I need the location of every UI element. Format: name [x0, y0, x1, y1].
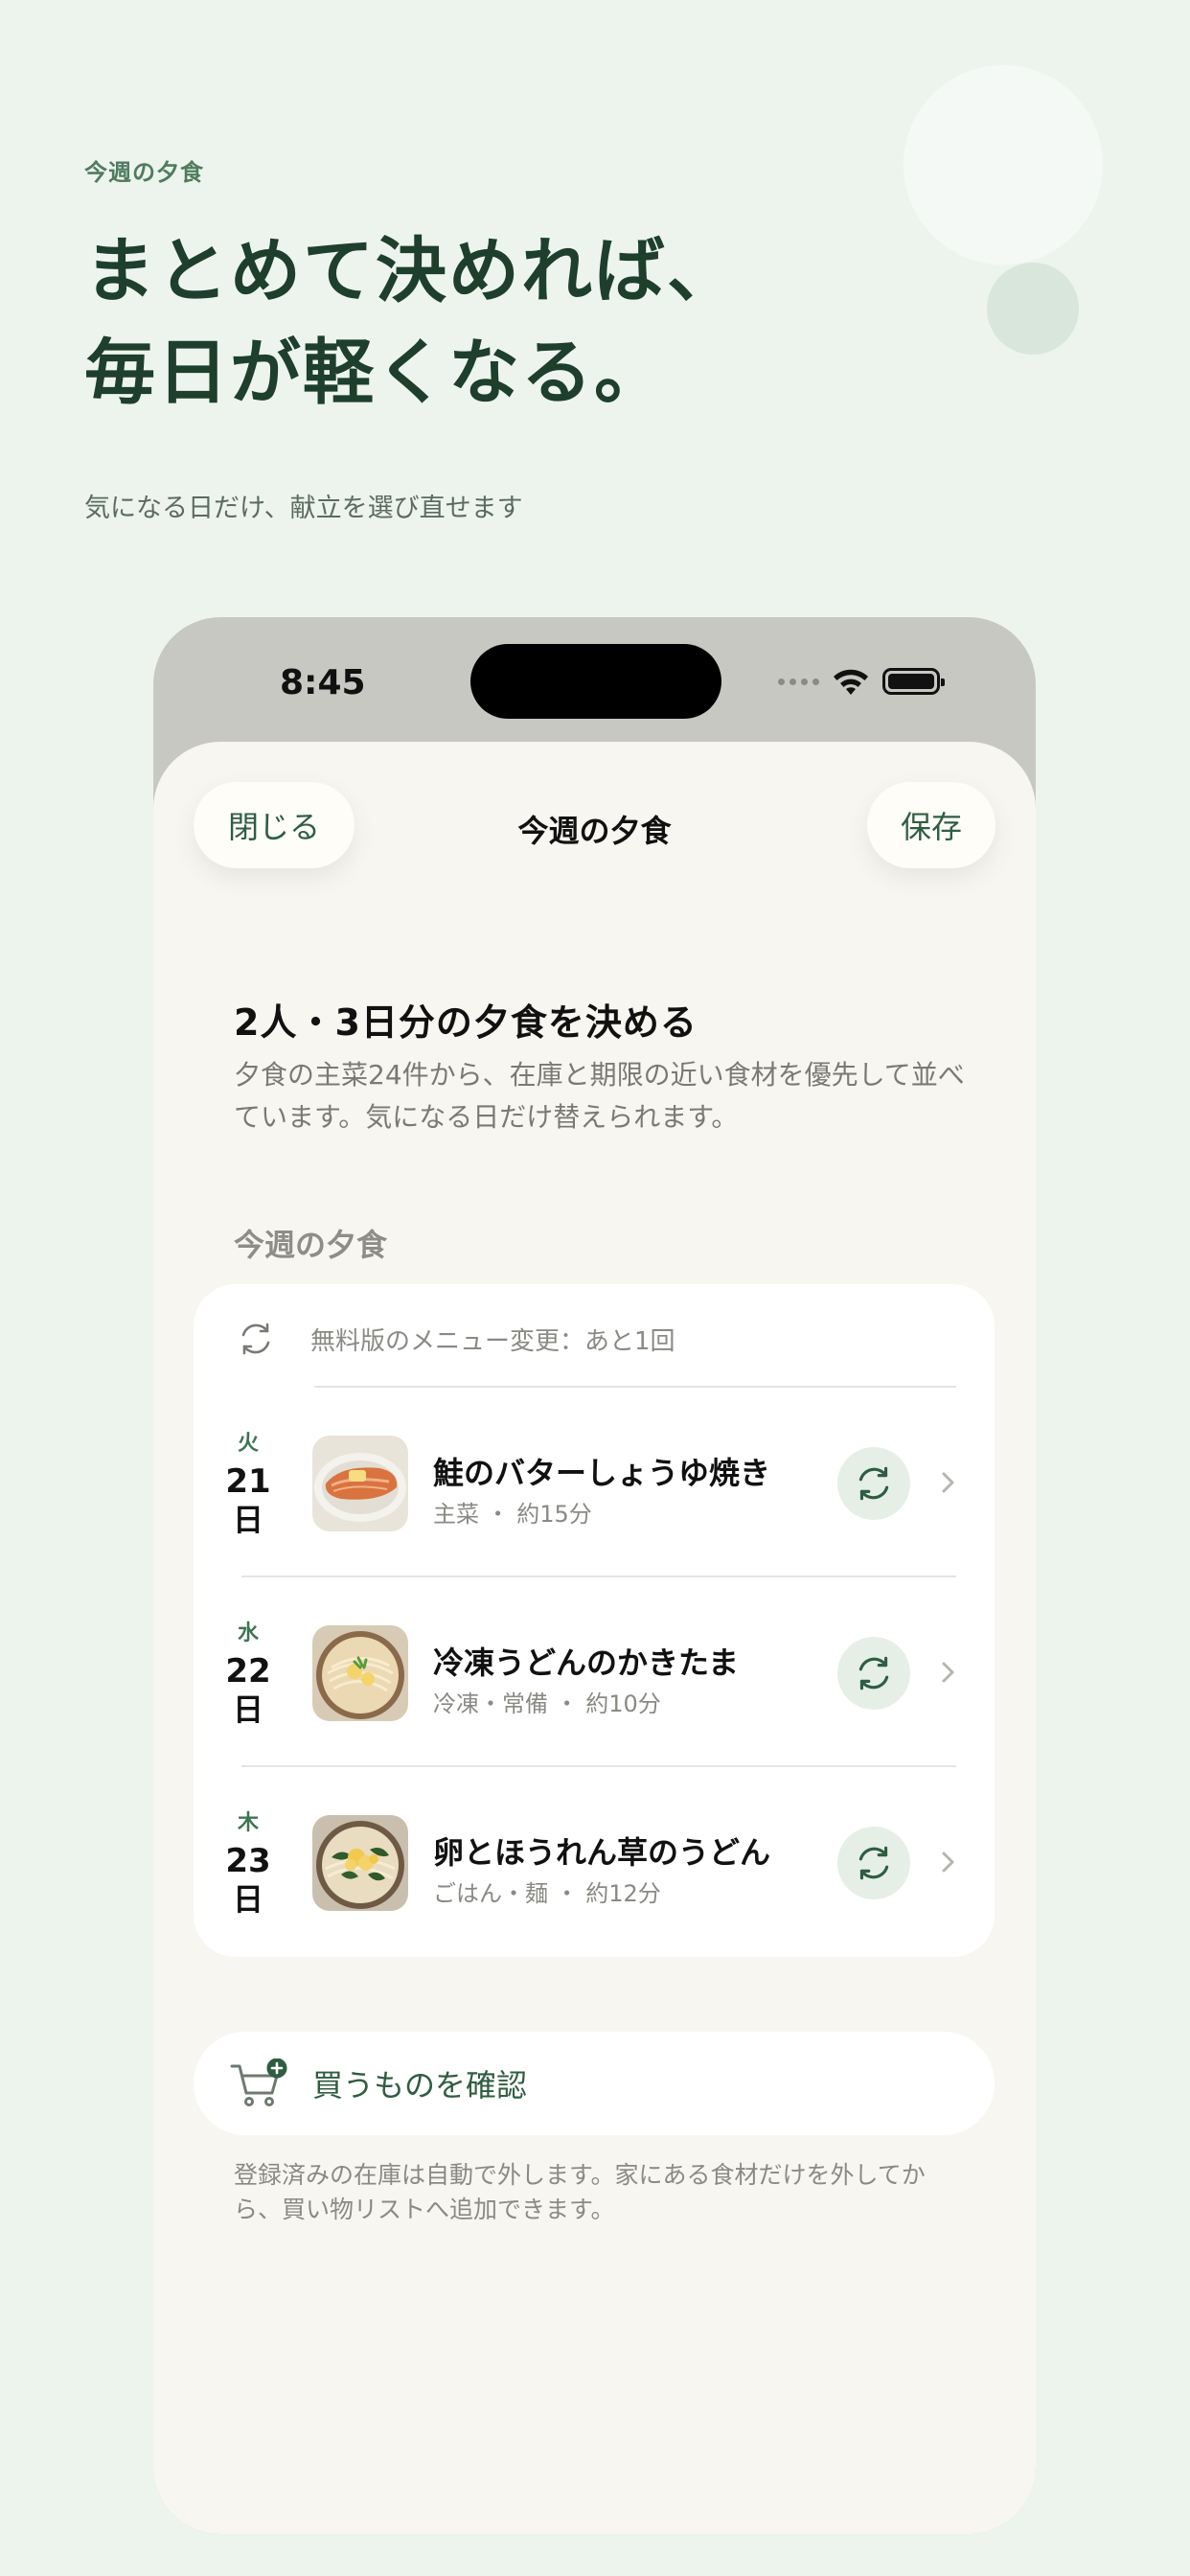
- check-shopping-label: 買うものを確認: [312, 2067, 528, 2104]
- meal-meta: 主菜 ・ 約15分: [433, 1501, 592, 1528]
- promo-headline: まとめて決めれば、 毎日が軽くなる。: [84, 220, 740, 424]
- refresh-icon: [858, 1656, 889, 1690]
- check-shopping-button[interactable]: 買うものを確認: [194, 2032, 995, 2135]
- phone-frame: 8:45 閉じる 今週の夕食 保存 2人・3日分の夕食を決める 夕食の主菜24件…: [153, 617, 1036, 2534]
- meal-weekday: 火: [237, 1432, 259, 1456]
- chevron-right-icon: [942, 1852, 954, 1873]
- meal-day: 23: [225, 1842, 271, 1880]
- meal-plan-card: 無料版のメニュー変更：あと1回 火 21 日 鮭のバターしょうゆ焼き 主菜 ・ …: [194, 1284, 995, 1957]
- promo-headline-line1: まとめて決めれば、: [84, 230, 740, 312]
- menu-change-quota: 無料版のメニュー変更：あと1回: [234, 1315, 675, 1363]
- status-time: 8:45: [280, 663, 366, 702]
- wifi-icon: [834, 669, 868, 695]
- refresh-icon: [858, 1846, 889, 1880]
- meal-date: 火 21 日: [217, 1426, 280, 1539]
- shopping-note: 登録済みの在庫は自動で外します。家にある食材だけを外してから、買い物リストへ追加…: [234, 2161, 926, 2223]
- meal-date: 木 23 日: [217, 1806, 280, 1919]
- chevron-right-icon: [942, 1472, 954, 1493]
- meal-thumbnail-spinach-udon: [312, 1815, 408, 1911]
- intro-title: 2人・3日分の夕食を決める: [234, 1001, 698, 1044]
- meal-day-unit: 日: [232, 1691, 263, 1728]
- meal-day-unit: 日: [232, 1502, 263, 1538]
- cart-add-icon: [230, 2058, 287, 2106]
- swap-meal-button[interactable]: [837, 1827, 910, 1899]
- meal-name: 卵とほうれん草のうどん: [433, 1834, 771, 1871]
- meal-weekday: 木: [237, 1811, 259, 1835]
- meal-day-unit: 日: [232, 1881, 263, 1918]
- meal-row-22[interactable]: 水 22 日 冷凍うどんのかきたま 冷凍・常備 ・ 約10分: [194, 1577, 995, 1767]
- chevron-right-icon: [942, 1662, 954, 1683]
- quota-text: 無料版のメニュー変更：あと1回: [310, 1326, 675, 1356]
- refresh-icon: [234, 1317, 278, 1361]
- intro-description: 夕食の主菜24件から、在庫と期限の近い食材を優先して並べています。気になる日だけ…: [234, 1059, 965, 1133]
- meal-name: 鮭のバターしょうゆ焼き: [433, 1455, 771, 1491]
- swap-meal-button[interactable]: [837, 1637, 910, 1710]
- meal-name: 冷凍うどんのかきたま: [433, 1644, 740, 1681]
- dynamic-island: [470, 644, 721, 719]
- status-icons: [778, 665, 945, 698]
- meal-thumbnail-salmon: [312, 1436, 408, 1531]
- meal-date: 水 22 日: [217, 1616, 280, 1729]
- battery-icon: [882, 668, 945, 695]
- promo-eyebrow: 今週の夕食: [84, 159, 204, 186]
- meal-meta: 冷凍・常備 ・ 約10分: [433, 1690, 661, 1717]
- section-label: 今週の夕食: [234, 1227, 388, 1263]
- meal-thumbnail-udon: [312, 1625, 408, 1721]
- promo-headline-line2: 毎日が軽くなる。: [84, 332, 667, 414]
- meal-row-23[interactable]: 木 23 日 卵とほうれん草のうどん ごはん・麺 ・ 約12分: [194, 1767, 995, 1957]
- swap-meal-button[interactable]: [837, 1447, 910, 1520]
- signal-icon: [778, 678, 819, 685]
- meal-meta: ごはん・麺 ・ 約12分: [433, 1880, 661, 1907]
- decorative-circle-small: [987, 263, 1079, 355]
- refresh-icon: [858, 1466, 889, 1501]
- decorative-circle-large: [904, 65, 1103, 264]
- save-button[interactable]: 保存: [867, 782, 995, 868]
- meal-day: 22: [225, 1652, 271, 1690]
- meal-weekday: 水: [237, 1622, 259, 1645]
- meal-row-21[interactable]: 火 21 日 鮭のバターしょうゆ焼き 主菜 ・ 約15分: [194, 1388, 995, 1577]
- bottom-sheet: 閉じる 今週の夕食 保存 2人・3日分の夕食を決める 夕食の主菜24件から、在庫…: [153, 742, 1036, 2534]
- meal-day: 21: [225, 1462, 271, 1501]
- promo-subtitle: 気になる日だけ、献立を選び直せます: [84, 494, 523, 523]
